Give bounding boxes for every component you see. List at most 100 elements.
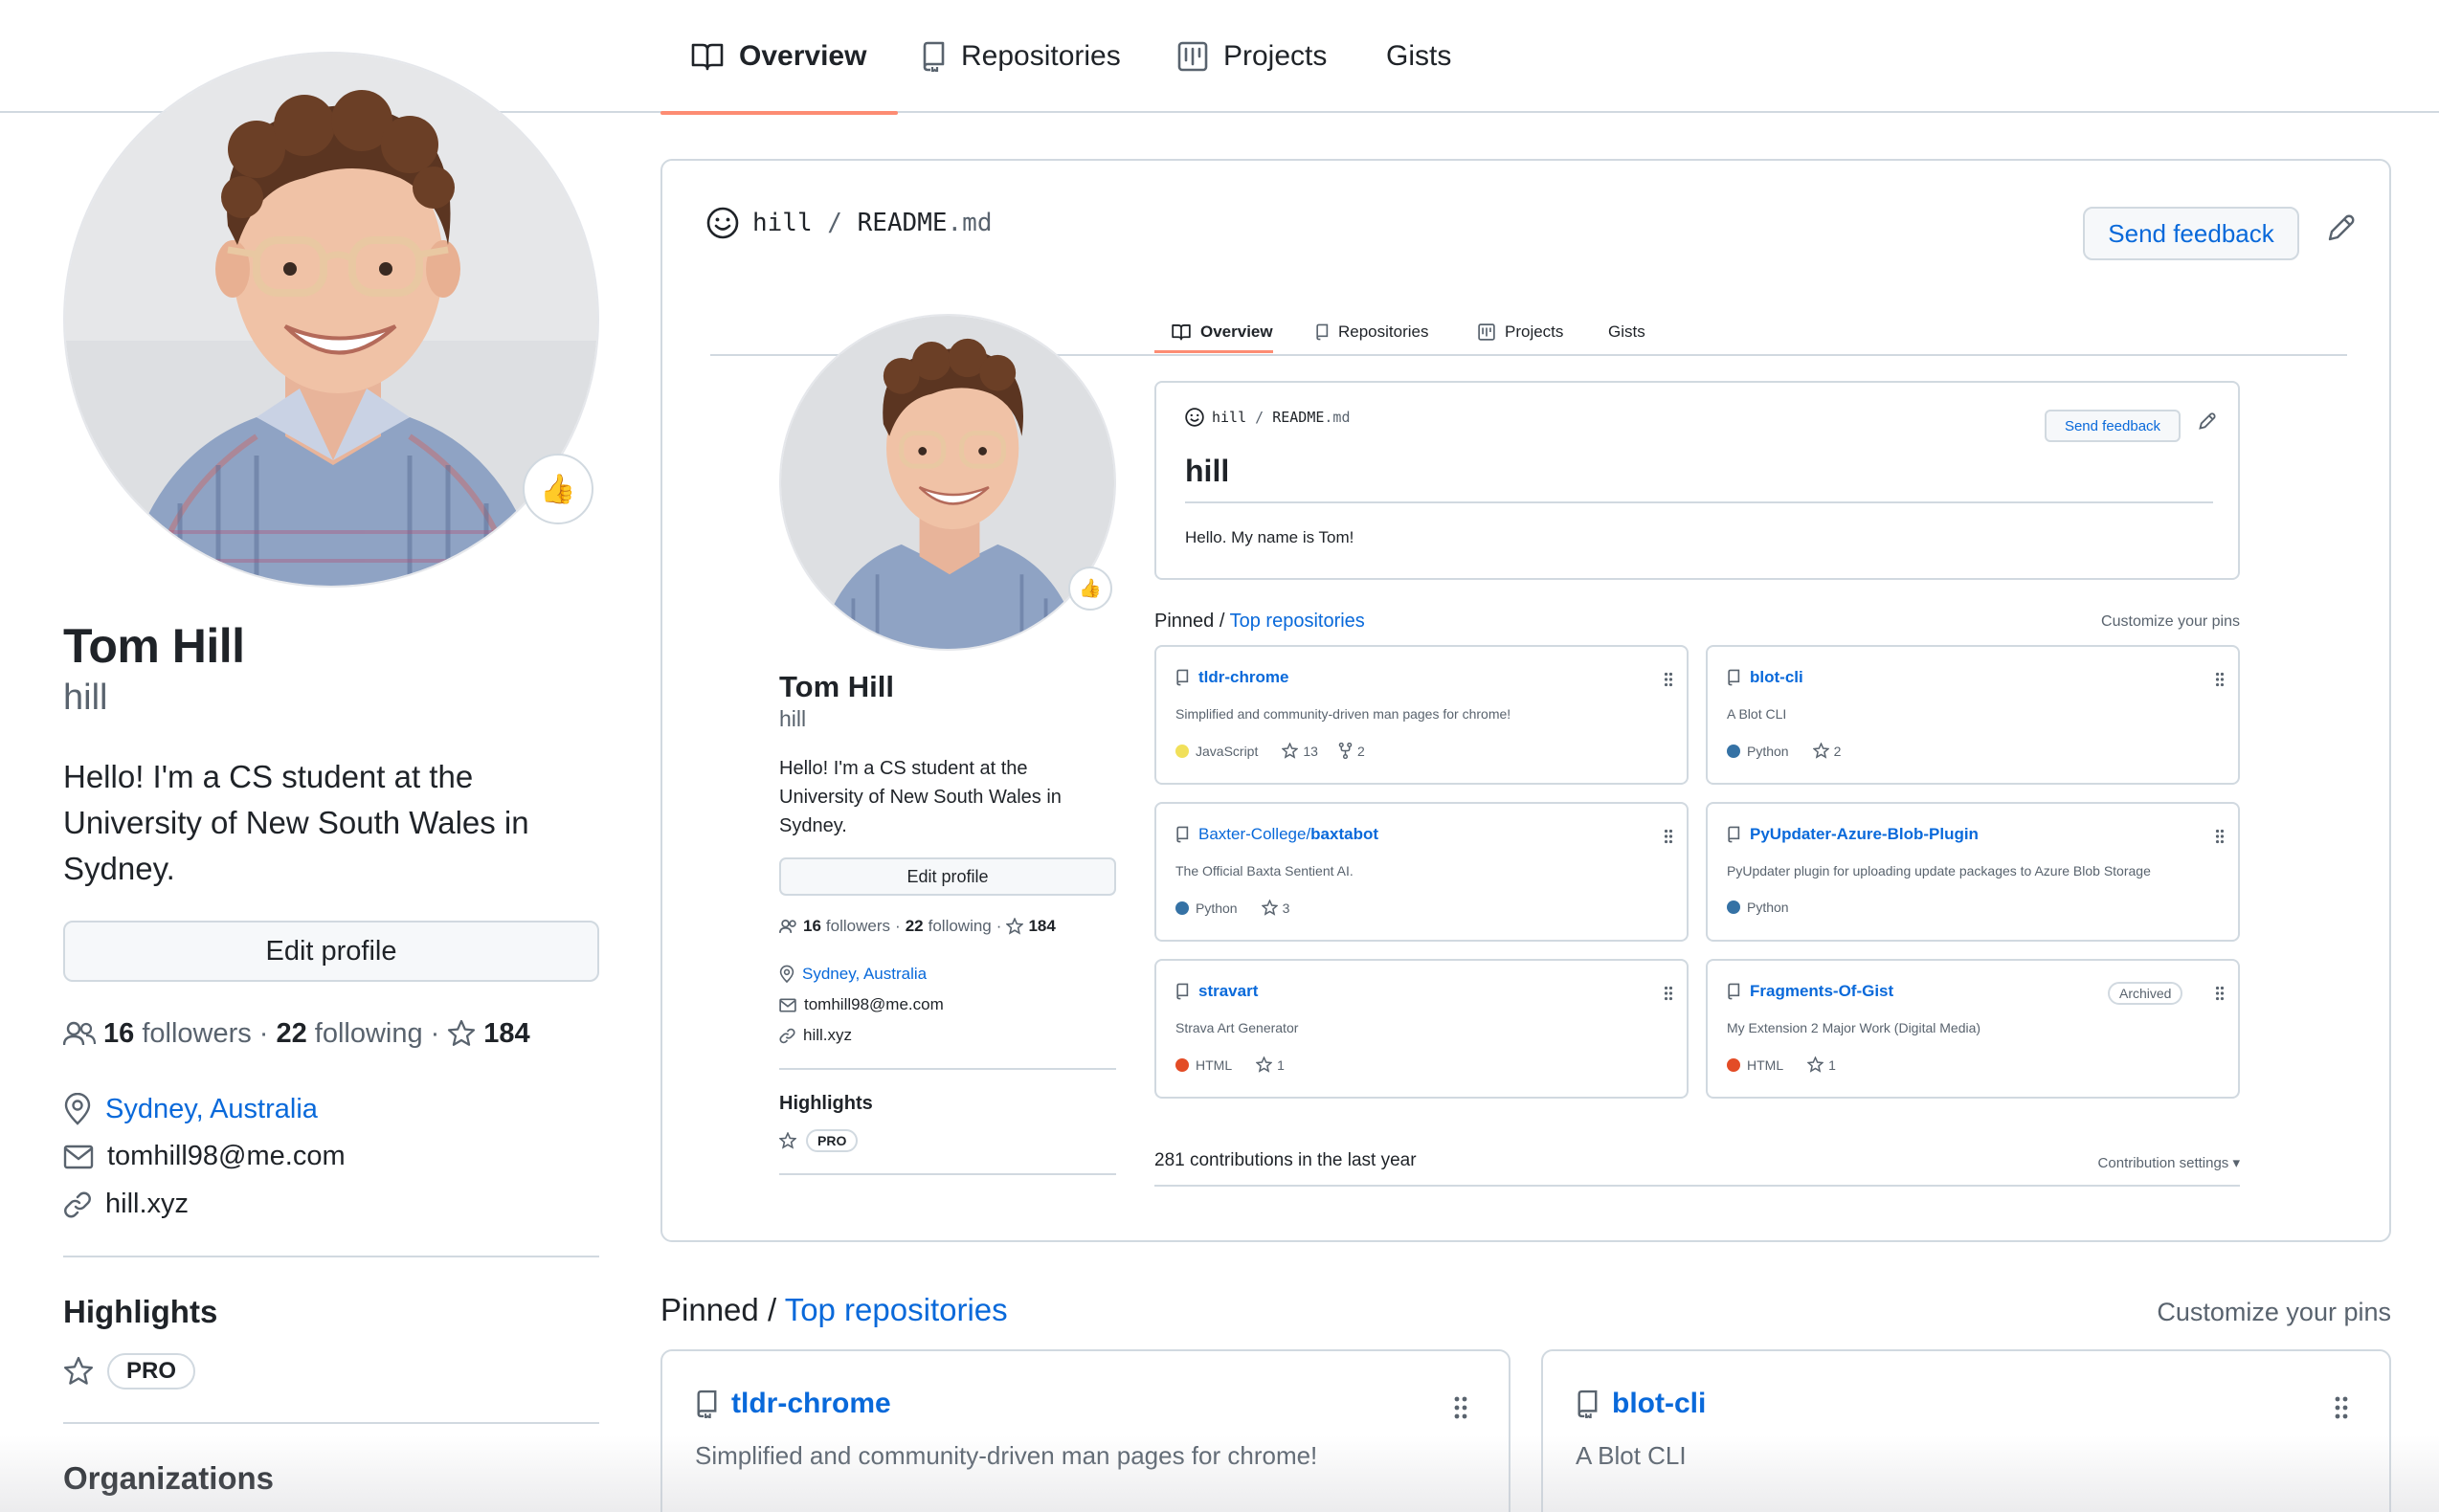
tab-repositories[interactable]: Repositories	[921, 0, 1121, 113]
inner-repo-lang: Python	[1196, 900, 1238, 916]
inner-repo-meta: JavaScript 13 2	[1175, 743, 1365, 759]
inner-tab-label: Gists	[1608, 322, 1645, 341]
customize-pins-link[interactable]: Customize your pins	[2085, 1298, 2391, 1327]
inner-repo-desc: Strava Art Generator	[1175, 1020, 1299, 1035]
profile-username: hill	[63, 678, 108, 718]
inner-edit-label: Edit profile	[906, 866, 989, 886]
followers-label: followers	[142, 1017, 252, 1049]
inner-repo-lang: HTML	[1747, 1056, 1784, 1073]
inner-tab-projects[interactable]: Projects	[1478, 310, 1563, 354]
drag-handle-icon[interactable]	[1453, 1395, 1468, 1420]
edit-profile-label: Edit profile	[265, 935, 397, 967]
avatar-photo	[65, 54, 597, 586]
link-icon	[63, 1190, 92, 1219]
followers-link[interactable]: 16 followers	[103, 1018, 252, 1050]
inner-repo-title: PyUpdater-Azure-Blob-Plugin	[1727, 825, 1979, 844]
pro-badge: PRO	[107, 1353, 196, 1390]
repo-icon	[1175, 983, 1189, 1000]
fork-icon	[1338, 743, 1353, 759]
repo-description: A Blot CLI	[1576, 1441, 1687, 1470]
repo-link[interactable]: blot-cli	[1612, 1388, 1706, 1420]
inner-tab-repositories[interactable]: Repositories	[1315, 310, 1429, 354]
inner-contrib-label: 281 contributions in the last year	[1154, 1150, 1417, 1170]
edit-profile-button[interactable]: Edit profile	[63, 921, 599, 982]
stars-count[interactable]: 184	[483, 1018, 529, 1050]
inner-repo-card: PyUpdater-Azure-Blob-Plugin PyUpdater pl…	[1706, 802, 2240, 942]
inner-repo-desc: A Blot CLI	[1727, 706, 1787, 722]
repo-title-row: tldr-chrome	[695, 1388, 891, 1420]
divider	[63, 1422, 599, 1424]
inner-bio-line: Hello! I'm a CS student at the	[779, 758, 1028, 779]
inner-repo-card: Fragments-Of-Gist Archived My Extension 2…	[1706, 959, 2240, 1099]
people-icon	[63, 1020, 96, 1047]
email-link[interactable]: tomhill98@me.com	[107, 1141, 346, 1172]
inner-bio-line: Sydney.	[779, 815, 847, 836]
repo-icon	[1727, 669, 1740, 686]
repo-link[interactable]: tldr-chrome	[731, 1388, 891, 1420]
pinned-repo-card: blot-cli A Blot CLI	[1541, 1349, 2391, 1512]
readme-file-ext: .md	[947, 209, 993, 237]
repo-icon	[1576, 1390, 1599, 1418]
inner-tab-label: Repositories	[1338, 322, 1429, 341]
readme-owner-link[interactable]: hill	[752, 209, 813, 237]
send-feedback-button[interactable]: Send feedback	[2083, 207, 2299, 260]
repo-icon	[1727, 983, 1740, 1000]
inner-repo-title: Fragments-Of-Gist	[1727, 982, 1893, 1001]
inner-repo-forks: 2	[1356, 743, 1365, 759]
inner-readme-heading: hill	[1185, 454, 1230, 488]
inner-repo-meta: HTML 1	[1175, 1056, 1285, 1073]
pencil-icon	[2198, 411, 2217, 431]
inner-repo-title: tldr-chrome	[1175, 668, 1288, 687]
pinned-sep: /	[767, 1292, 777, 1327]
drag-handle-icon	[2215, 672, 2225, 687]
inner-bio-line: University of New South Wales in	[779, 787, 1062, 808]
inner-active-underline	[1154, 350, 1273, 353]
inner-tab-gists[interactable]: Gists	[1608, 310, 1645, 354]
status-badge[interactable]: 👍	[523, 454, 593, 524]
drag-handle-icon	[1664, 672, 1673, 687]
pencil-icon[interactable]	[2326, 212, 2357, 243]
inner-followers-count: 16	[803, 917, 821, 935]
inner-repo-title: blot-cli	[1727, 668, 1803, 687]
inner-repo-card: Baxter-College/baxtabot The Official Bax…	[1154, 802, 1689, 942]
website-link[interactable]: hill.xyz	[105, 1189, 189, 1220]
inner-location: Sydney, Australia	[802, 965, 928, 983]
following-label: following	[314, 1017, 423, 1049]
location-icon	[779, 965, 794, 984]
inner-readme-user: hill	[1212, 409, 1247, 426]
repo-icon	[921, 41, 946, 72]
path-separator: /	[827, 209, 842, 237]
inner-repo-name: blot-cli	[1750, 668, 1803, 686]
inner-repo-stars: 2	[1833, 743, 1842, 759]
inner-send-feedback: Send feedback	[2045, 410, 2181, 442]
inner-repo-title: Baxter-College/baxtabot	[1175, 825, 1378, 844]
pinned-header: Pinned / Top repositories	[660, 1292, 1008, 1328]
star-icon	[1006, 918, 1024, 935]
tab-overview[interactable]: Overview	[660, 0, 899, 115]
following-link[interactable]: 22 following	[276, 1018, 422, 1050]
pro-highlight: PRO	[63, 1353, 196, 1390]
location-link[interactable]: Sydney, Australia	[105, 1094, 318, 1125]
book-icon	[1172, 323, 1191, 341]
location-icon	[63, 1093, 92, 1125]
smiley-icon	[706, 207, 739, 239]
inner-status-badge: 👍	[1068, 567, 1112, 611]
top-repositories-link[interactable]: Top repositories	[785, 1292, 1008, 1327]
inner-tab-overview[interactable]: Overview	[1172, 310, 1273, 354]
inner-readme-path: hill / README.md	[1185, 408, 1351, 427]
inner-bio: Hello! I'm a CS student at the Universit…	[779, 754, 1062, 840]
star-icon	[63, 1356, 94, 1387]
inner-repo-card: tldr-chrome Simplified and community-dri…	[1154, 645, 1689, 785]
inner-email-row: tomhill98@me.com	[779, 995, 944, 1014]
inner-repo-name: PyUpdater-Azure-Blob-Plugin	[1750, 825, 1979, 843]
tab-projects[interactable]: Projects	[1177, 0, 1327, 113]
tab-gists[interactable]: Gists	[1386, 0, 1451, 113]
project-icon	[1478, 323, 1495, 341]
inner-avatar	[779, 314, 1116, 651]
highlights-title: Highlights	[63, 1294, 218, 1329]
drag-handle-icon[interactable]	[2334, 1395, 2349, 1420]
avatar[interactable]	[63, 52, 599, 588]
inner-email: tomhill98@me.com	[804, 995, 944, 1013]
pinned-label: Pinned	[660, 1292, 759, 1327]
separator-dot: ·	[258, 1017, 269, 1049]
